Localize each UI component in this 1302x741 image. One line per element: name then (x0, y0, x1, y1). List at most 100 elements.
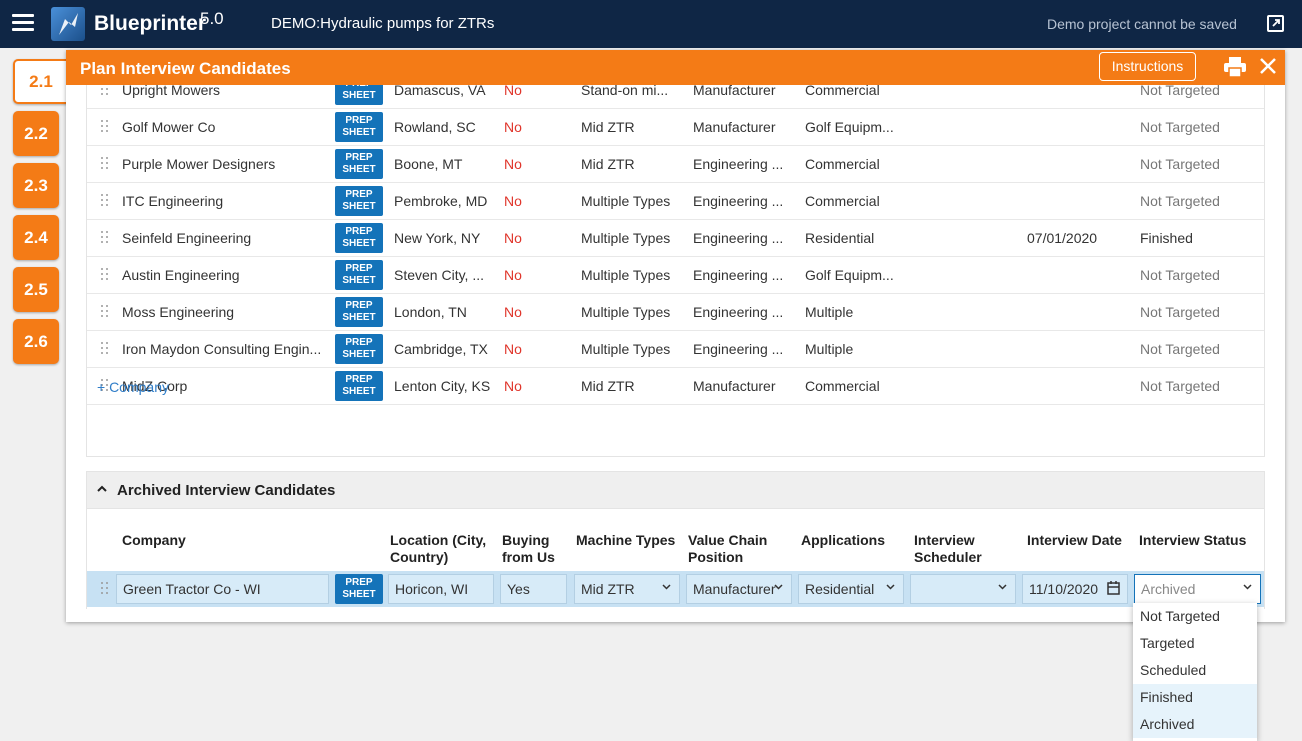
header-location: Location (City, Country) (390, 532, 487, 565)
interview-date-field[interactable]: 11/10/2020 (1022, 574, 1128, 604)
drag-handle-icon[interactable] (101, 194, 109, 208)
company-field[interactable]: Green Tractor Co - WI (116, 574, 329, 604)
application-cell: Golf Equipm... (805, 119, 894, 135)
application-cell: Commercial (805, 193, 880, 209)
interview-date-cell (1027, 257, 1127, 293)
buying-cell: No (504, 267, 522, 283)
header-interview-status: Interview Status (1139, 532, 1247, 548)
application-cell: Residential (805, 230, 875, 246)
application-cell: Golf Equipm... (805, 267, 894, 283)
step-tab-2-5[interactable]: 2.5 (13, 267, 59, 312)
chevron-down-icon (662, 584, 671, 590)
chevron-down-icon (1243, 584, 1252, 590)
location-cell: New York, NY (394, 230, 481, 246)
exit-icon[interactable] (1267, 15, 1284, 32)
prep-sheet-button[interactable]: PREPSHEET (335, 574, 383, 604)
archived-section-header[interactable]: Archived Interview Candidates (86, 471, 1265, 509)
status-option-scheduled[interactable]: Scheduled (1133, 657, 1257, 684)
interview-status-cell: Not Targeted (1140, 156, 1220, 172)
step-tab-2-2[interactable]: 2.2 (13, 111, 59, 156)
plan-interview-panel: Plan Interview Candidates Instructions P… (66, 50, 1285, 622)
company-cell: Moss Engineering (122, 304, 235, 320)
status-option-archived[interactable]: Archived (1133, 711, 1257, 738)
prep-sheet-button[interactable]: PREPSHEET (335, 223, 383, 253)
value-chain-cell: Engineering ... (693, 230, 784, 246)
interview-status-cell: Finished (1140, 230, 1193, 246)
prep-sheet-button[interactable]: PREPSHEET (335, 112, 383, 142)
close-icon[interactable] (1260, 58, 1276, 77)
table-row[interactable]: PREP SHEET MidZ Corp Lenton City, KS No Mid Z… (87, 368, 1264, 405)
value-chain-select[interactable]: Manufacturer (686, 574, 792, 604)
prep-sheet-button[interactable]: PREPSHEET (335, 334, 383, 364)
company-cell: ITC Engineering (122, 193, 224, 209)
location-cell: Steven City, ... (394, 267, 484, 283)
value-chain-cell: Engineering ... (693, 193, 784, 209)
interview-date-cell: 07/01/2020 (1027, 230, 1098, 246)
drag-handle-icon[interactable] (101, 582, 109, 596)
step-tab-2-3[interactable]: 2.3 (13, 163, 59, 208)
drag-handle-icon[interactable] (101, 231, 109, 245)
table-row[interactable]: PREP SHEET Iron Maydon Consulting Engin...… (87, 331, 1264, 368)
table-row[interactable]: PREP SHEET Austin Engineering Steven City, … (87, 257, 1264, 294)
location-cell: Rowland, SC (394, 119, 476, 135)
machine-type-cell: Mid ZTR (581, 378, 635, 394)
prep-sheet-button[interactable]: PREPSHEET (335, 371, 383, 401)
machine-type-select[interactable]: Mid ZTR (574, 574, 680, 604)
archived-row: Green Tractor Co - WI PREP SHEET Horicon,… (87, 571, 1264, 607)
interview-date-cell (1027, 146, 1127, 182)
table-row[interactable]: PREP SHEET Moss Engineering London, TN No Mul… (87, 294, 1264, 331)
interview-status-select[interactable]: Archived (1134, 574, 1261, 604)
status-option-finished[interactable]: Finished (1133, 684, 1257, 711)
drag-handle-icon[interactable] (101, 120, 109, 134)
table-row[interactable]: PREP SHEET Golf Mower Co Rowland, SC No Mid Z… (87, 109, 1264, 146)
interview-status-cell: Not Targeted (1140, 341, 1220, 357)
table-row[interactable]: PREP SHEET Purple Mower Designers Boone, MT… (87, 146, 1264, 183)
prep-sheet-button[interactable]: PREPSHEET (335, 149, 383, 179)
value-chain-cell: Manufacturer (693, 119, 776, 135)
buying-cell: No (504, 230, 522, 246)
calendar-icon[interactable] (1107, 581, 1120, 595)
status-option-not-targeted[interactable]: Not Targeted (1133, 603, 1257, 630)
drag-handle-icon[interactable] (101, 342, 109, 356)
buying-field[interactable]: Yes (500, 574, 567, 604)
header-buying: Buying from Us (502, 532, 555, 565)
top-bar: Blueprinter 5.0 DEMO:Hydraulic pumps for… (0, 0, 1302, 48)
machine-type-cell: Multiple Types (581, 193, 671, 209)
interview-date-cell (1027, 331, 1127, 367)
blueprinter-logo (51, 7, 85, 41)
print-icon[interactable] (1224, 57, 1246, 80)
hamburger-menu-icon[interactable] (12, 14, 34, 32)
header-applications: Applications (801, 532, 886, 548)
buying-cell: No (504, 304, 522, 320)
step-tab-2-1[interactable]: 2.1 (13, 59, 69, 104)
archived-section-title: Archived Interview Candidates (117, 482, 336, 499)
step-tab-2-4[interactable]: 2.4 (13, 215, 59, 260)
scheduler-select[interactable] (910, 574, 1016, 604)
table-row[interactable]: PREP SHEET ITC Engineering Pembroke, MD No Mu… (87, 183, 1264, 220)
buying-cell: No (504, 156, 522, 172)
step-tab-2-6[interactable]: 2.6 (13, 319, 59, 364)
chevron-down-icon (998, 584, 1007, 590)
location-cell: London, TN (394, 304, 467, 320)
drag-handle-icon[interactable] (101, 157, 109, 171)
panel-title: Plan Interview Candidates (80, 59, 291, 78)
interview-status-cell: Not Targeted (1140, 304, 1220, 320)
drag-handle-icon[interactable] (101, 83, 109, 97)
prep-sheet-button[interactable]: PREPSHEET (335, 260, 383, 290)
drag-handle-icon[interactable] (101, 268, 109, 282)
add-company-link[interactable]: + Company (97, 379, 169, 395)
step-tabs: 2.1 2.2 2.3 2.4 2.5 2.6 (13, 59, 69, 371)
instructions-button[interactable]: Instructions (1099, 52, 1196, 81)
header-scheduler: Interview Scheduler (914, 532, 982, 565)
prep-sheet-button[interactable]: PREPSHEET (335, 297, 383, 327)
table-row[interactable]: PREP SHEET Seinfeld Engineering New York, N… (87, 220, 1264, 257)
location-field[interactable]: Horicon, WI (388, 574, 494, 604)
application-select[interactable]: Residential (798, 574, 904, 604)
machine-type-cell: Multiple Types (581, 304, 671, 320)
company-cell: Purple Mower Designers (122, 156, 276, 172)
prep-sheet-button[interactable]: PREPSHEET (335, 186, 383, 216)
drag-handle-icon[interactable] (101, 305, 109, 319)
machine-type-cell: Multiple Types (581, 267, 671, 283)
status-option-targeted[interactable]: Targeted (1133, 630, 1257, 657)
value-chain-cell: Manufacturer (693, 378, 776, 394)
